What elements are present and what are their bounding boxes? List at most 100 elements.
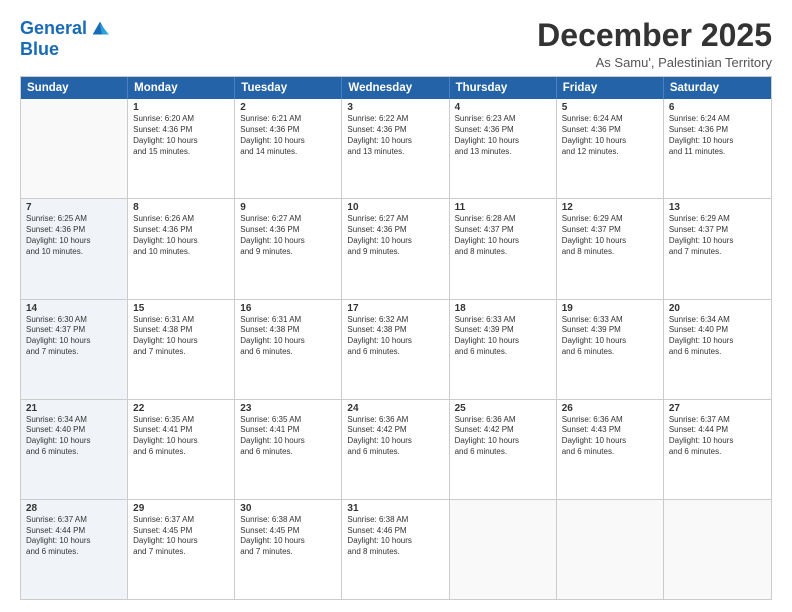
cell-text: Sunrise: 6:34 AM Sunset: 4:40 PM Dayligh… [26,415,122,458]
cell-text: Sunrise: 6:26 AM Sunset: 4:36 PM Dayligh… [133,214,229,257]
day-number: 30 [240,503,336,514]
cell-text: Sunrise: 6:22 AM Sunset: 4:36 PM Dayligh… [347,114,443,157]
cell-text: Sunrise: 6:29 AM Sunset: 4:37 PM Dayligh… [562,214,658,257]
logo-general: General [20,18,87,38]
logo-blue: Blue [20,39,59,59]
cal-cell-21: 21Sunrise: 6:34 AM Sunset: 4:40 PM Dayli… [21,400,128,499]
cal-cell-empty [664,500,771,599]
day-number: 13 [669,202,766,213]
cell-text: Sunrise: 6:31 AM Sunset: 4:38 PM Dayligh… [133,315,229,358]
cal-cell-22: 22Sunrise: 6:35 AM Sunset: 4:41 PM Dayli… [128,400,235,499]
calendar-row-4: 21Sunrise: 6:34 AM Sunset: 4:40 PM Dayli… [21,400,771,500]
cell-text: Sunrise: 6:31 AM Sunset: 4:38 PM Dayligh… [240,315,336,358]
cell-text: Sunrise: 6:35 AM Sunset: 4:41 PM Dayligh… [133,415,229,458]
calendar-row-1: 1Sunrise: 6:20 AM Sunset: 4:36 PM Daylig… [21,99,771,199]
cal-cell-20: 20Sunrise: 6:34 AM Sunset: 4:40 PM Dayli… [664,300,771,399]
day-number: 12 [562,202,658,213]
calendar-row-5: 28Sunrise: 6:37 AM Sunset: 4:44 PM Dayli… [21,500,771,599]
cal-cell-12: 12Sunrise: 6:29 AM Sunset: 4:37 PM Dayli… [557,199,664,298]
cell-text: Sunrise: 6:35 AM Sunset: 4:41 PM Dayligh… [240,415,336,458]
cal-cell-19: 19Sunrise: 6:33 AM Sunset: 4:39 PM Dayli… [557,300,664,399]
cell-text: Sunrise: 6:25 AM Sunset: 4:36 PM Dayligh… [26,214,122,257]
cal-cell-26: 26Sunrise: 6:36 AM Sunset: 4:43 PM Dayli… [557,400,664,499]
header-cell-tuesday: Tuesday [235,77,342,99]
cal-cell-27: 27Sunrise: 6:37 AM Sunset: 4:44 PM Dayli… [664,400,771,499]
header-cell-wednesday: Wednesday [342,77,449,99]
cal-cell-17: 17Sunrise: 6:32 AM Sunset: 4:38 PM Dayli… [342,300,449,399]
day-number: 18 [455,303,551,314]
cell-text: Sunrise: 6:37 AM Sunset: 4:44 PM Dayligh… [26,515,122,558]
day-number: 22 [133,403,229,414]
cal-cell-4: 4Sunrise: 6:23 AM Sunset: 4:36 PM Daylig… [450,99,557,198]
cal-cell-16: 16Sunrise: 6:31 AM Sunset: 4:38 PM Dayli… [235,300,342,399]
calendar-row-2: 7Sunrise: 6:25 AM Sunset: 4:36 PM Daylig… [21,199,771,299]
logo-icon [89,18,111,40]
cal-cell-24: 24Sunrise: 6:36 AM Sunset: 4:42 PM Dayli… [342,400,449,499]
page: General Blue December 2025 As Samu', Pal… [0,0,792,612]
calendar-header: SundayMondayTuesdayWednesdayThursdayFrid… [21,77,771,99]
cell-text: Sunrise: 6:24 AM Sunset: 4:36 PM Dayligh… [669,114,766,157]
cell-text: Sunrise: 6:29 AM Sunset: 4:37 PM Dayligh… [669,214,766,257]
cell-text: Sunrise: 6:23 AM Sunset: 4:36 PM Dayligh… [455,114,551,157]
cell-text: Sunrise: 6:33 AM Sunset: 4:39 PM Dayligh… [455,315,551,358]
day-number: 10 [347,202,443,213]
cal-cell-6: 6Sunrise: 6:24 AM Sunset: 4:36 PM Daylig… [664,99,771,198]
cell-text: Sunrise: 6:28 AM Sunset: 4:37 PM Dayligh… [455,214,551,257]
cal-cell-empty [557,500,664,599]
cell-text: Sunrise: 6:36 AM Sunset: 4:42 PM Dayligh… [455,415,551,458]
cal-cell-empty [450,500,557,599]
calendar-row-3: 14Sunrise: 6:30 AM Sunset: 4:37 PM Dayli… [21,300,771,400]
cal-cell-3: 3Sunrise: 6:22 AM Sunset: 4:36 PM Daylig… [342,99,449,198]
day-number: 1 [133,102,229,113]
cell-text: Sunrise: 6:24 AM Sunset: 4:36 PM Dayligh… [562,114,658,157]
cal-cell-31: 31Sunrise: 6:38 AM Sunset: 4:46 PM Dayli… [342,500,449,599]
logo-text: General [20,19,87,39]
cal-cell-9: 9Sunrise: 6:27 AM Sunset: 4:36 PM Daylig… [235,199,342,298]
subtitle: As Samu', Palestinian Territory [537,55,772,70]
day-number: 2 [240,102,336,113]
cell-text: Sunrise: 6:33 AM Sunset: 4:39 PM Dayligh… [562,315,658,358]
day-number: 19 [562,303,658,314]
day-number: 8 [133,202,229,213]
day-number: 3 [347,102,443,113]
cell-text: Sunrise: 6:36 AM Sunset: 4:43 PM Dayligh… [562,415,658,458]
cal-cell-15: 15Sunrise: 6:31 AM Sunset: 4:38 PM Dayli… [128,300,235,399]
day-number: 9 [240,202,336,213]
header-cell-thursday: Thursday [450,77,557,99]
cal-cell-18: 18Sunrise: 6:33 AM Sunset: 4:39 PM Dayli… [450,300,557,399]
month-title: December 2025 [537,18,772,53]
cell-text: Sunrise: 6:27 AM Sunset: 4:36 PM Dayligh… [240,214,336,257]
header-cell-sunday: Sunday [21,77,128,99]
day-number: 4 [455,102,551,113]
cal-cell-7: 7Sunrise: 6:25 AM Sunset: 4:36 PM Daylig… [21,199,128,298]
cal-cell-23: 23Sunrise: 6:35 AM Sunset: 4:41 PM Dayli… [235,400,342,499]
cell-text: Sunrise: 6:38 AM Sunset: 4:45 PM Dayligh… [240,515,336,558]
header: General Blue December 2025 As Samu', Pal… [20,18,772,70]
day-number: 21 [26,403,122,414]
header-cell-monday: Monday [128,77,235,99]
day-number: 11 [455,202,551,213]
day-number: 26 [562,403,658,414]
day-number: 29 [133,503,229,514]
cell-text: Sunrise: 6:34 AM Sunset: 4:40 PM Dayligh… [669,315,766,358]
cal-cell-29: 29Sunrise: 6:37 AM Sunset: 4:45 PM Dayli… [128,500,235,599]
cell-text: Sunrise: 6:36 AM Sunset: 4:42 PM Dayligh… [347,415,443,458]
header-cell-saturday: Saturday [664,77,771,99]
cal-cell-1: 1Sunrise: 6:20 AM Sunset: 4:36 PM Daylig… [128,99,235,198]
cell-text: Sunrise: 6:30 AM Sunset: 4:37 PM Dayligh… [26,315,122,358]
day-number: 17 [347,303,443,314]
calendar: SundayMondayTuesdayWednesdayThursdayFrid… [20,76,772,600]
cal-cell-8: 8Sunrise: 6:26 AM Sunset: 4:36 PM Daylig… [128,199,235,298]
cell-text: Sunrise: 6:32 AM Sunset: 4:38 PM Dayligh… [347,315,443,358]
day-number: 31 [347,503,443,514]
calendar-body: 1Sunrise: 6:20 AM Sunset: 4:36 PM Daylig… [21,99,771,599]
cal-cell-11: 11Sunrise: 6:28 AM Sunset: 4:37 PM Dayli… [450,199,557,298]
cal-cell-28: 28Sunrise: 6:37 AM Sunset: 4:44 PM Dayli… [21,500,128,599]
day-number: 16 [240,303,336,314]
cal-cell-5: 5Sunrise: 6:24 AM Sunset: 4:36 PM Daylig… [557,99,664,198]
cell-text: Sunrise: 6:38 AM Sunset: 4:46 PM Dayligh… [347,515,443,558]
cal-cell-10: 10Sunrise: 6:27 AM Sunset: 4:36 PM Dayli… [342,199,449,298]
cell-text: Sunrise: 6:27 AM Sunset: 4:36 PM Dayligh… [347,214,443,257]
day-number: 14 [26,303,122,314]
day-number: 28 [26,503,122,514]
